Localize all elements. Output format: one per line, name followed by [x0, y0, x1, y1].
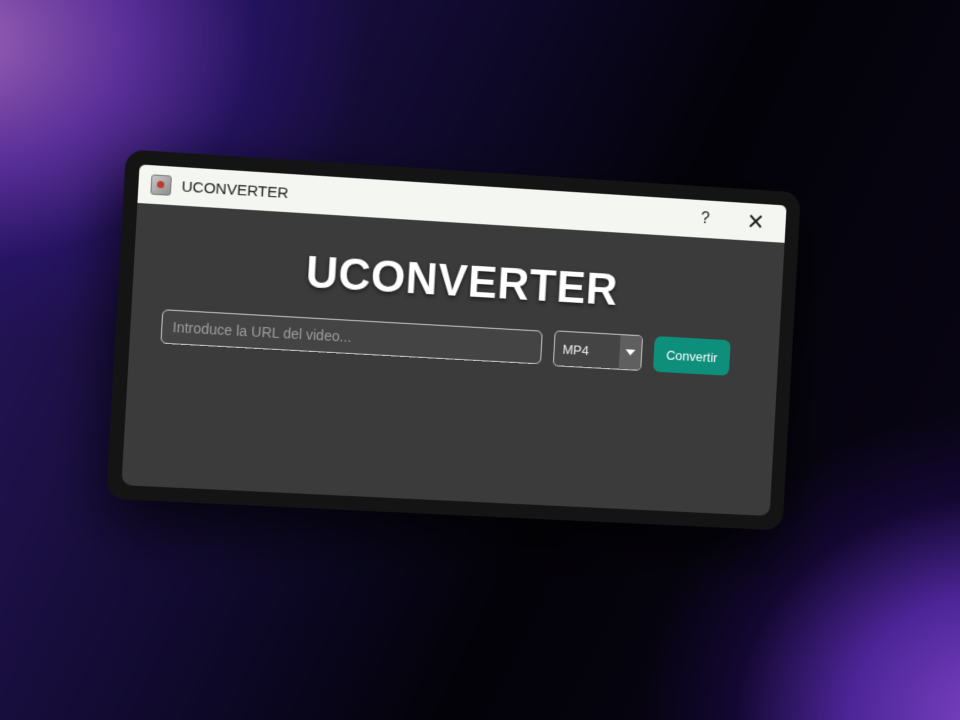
chevron-down-icon	[625, 349, 635, 355]
convert-button[interactable]: Convertir	[653, 336, 731, 376]
app-icon	[150, 174, 172, 196]
close-button[interactable]: ✕	[732, 202, 779, 242]
url-input[interactable]	[160, 309, 542, 364]
close-icon: ✕	[746, 209, 765, 236]
app-scene: UCONVERTER ? ✕ UCONVERTER MP4 Convertir	[122, 164, 786, 500]
help-button[interactable]: ?	[682, 199, 729, 239]
help-icon: ?	[700, 210, 710, 228]
format-select[interactable]: MP4	[553, 330, 643, 371]
window-title: UCONVERTER	[181, 178, 289, 202]
app-window: UCONVERTER ? ✕ UCONVERTER MP4 Convertir	[121, 164, 786, 516]
format-select-value: MP4	[554, 331, 621, 368]
format-dropdown-button[interactable]	[619, 335, 642, 370]
